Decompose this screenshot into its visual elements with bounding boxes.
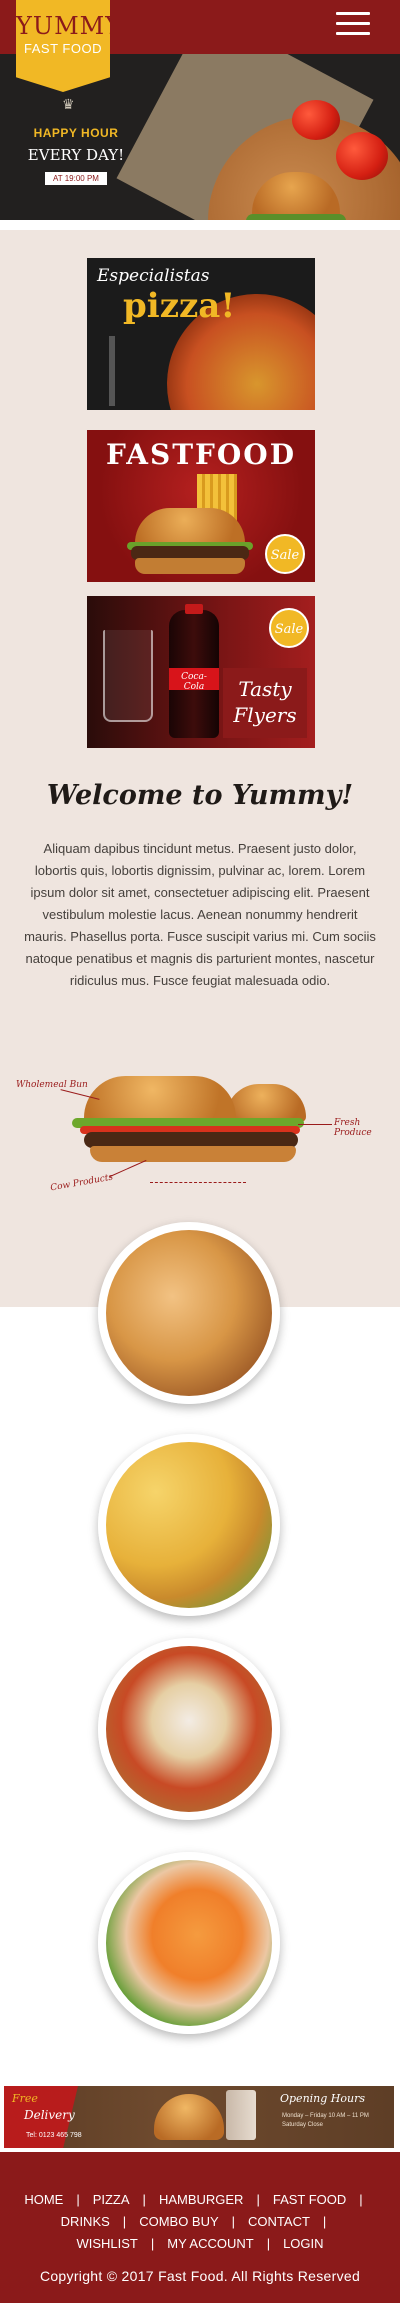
footer-link-my-account[interactable]: MY ACCOUNT xyxy=(167,2236,253,2251)
footer-link-fast-food[interactable]: FAST FOOD xyxy=(273,2192,346,2207)
hours-line-2: Saturday Close xyxy=(282,2122,324,2128)
promo-tasty-flyers[interactable]: Coca-Cola Sale Tasty Flyers xyxy=(87,596,315,748)
tomato-image xyxy=(336,132,388,180)
hours-line-1: Monday – Friday 10 AM – 11 PM xyxy=(282,2113,369,2119)
footer-link-login[interactable]: LOGIN xyxy=(283,2236,323,2251)
diagram-label-cow: Cow Products xyxy=(49,1172,114,1194)
cola-logo: Coca-Cola xyxy=(181,672,207,692)
happy-hour-title: HAPPY HOUR xyxy=(33,126,119,140)
copyright: Copyright © 2017 Fast Food. All Rights R… xyxy=(39,2268,361,2284)
promo-fast-food-title: FASTFOOD xyxy=(106,438,296,471)
promo-pizza[interactable]: Especialistas pizza! xyxy=(87,258,315,410)
promo-pizza-script: Especialistas xyxy=(97,266,210,286)
crown-ornament-icon: ♛ xyxy=(62,96,75,112)
welcome-title: Welcome to Yummy! xyxy=(46,780,354,811)
diagram-bun-back xyxy=(226,1084,306,1122)
tomato-image xyxy=(292,100,340,140)
burger-bottom-bun xyxy=(135,558,245,574)
footer-link-home[interactable]: HOME xyxy=(24,2192,63,2207)
logo-title: YUMMY xyxy=(16,12,123,40)
happy-hour-time: AT 19:00 PM xyxy=(45,172,107,185)
diagram-pointer xyxy=(109,1159,147,1178)
nav-separator: | xyxy=(256,2192,260,2207)
cola-bottle-image: Coca-Cola xyxy=(169,604,219,738)
nav-separator: | xyxy=(76,2192,80,2207)
food-photo-salad[interactable] xyxy=(98,1852,280,2034)
happy-hour-badge: ♛ HAPPY HOUR EVERY DAY! AT 19:00 PM xyxy=(26,96,126,186)
promo-pizza-title: pizza! xyxy=(123,286,236,326)
nav-separator: | xyxy=(122,2214,127,2229)
diagram-bun-top xyxy=(84,1076,236,1122)
nav-separator: | xyxy=(231,2214,236,2229)
sale-badge: Sale xyxy=(269,608,309,648)
logo[interactable]: YUMMY FAST FOOD xyxy=(16,0,110,92)
burger-diagram: Wholemeal Bun Fresh Produce Cow Products xyxy=(0,1064,400,1214)
diagram-label-produce: Fresh Produce xyxy=(334,1118,372,1138)
phone-number: Tel: 0123 465 798 xyxy=(26,2132,82,2139)
hamburger-menu-icon[interactable] xyxy=(336,12,370,38)
footer-link-combo-buy[interactable]: COMBO BUY xyxy=(139,2214,218,2229)
tasty-flyers-line1: Tasty xyxy=(238,677,292,701)
delivery-banner[interactable]: Free Delivery Tel: 0123 465 798 Opening … xyxy=(4,2086,394,2148)
footer-link-drinks[interactable]: DRINKS xyxy=(61,2214,110,2229)
food-photo-pastry[interactable] xyxy=(98,1222,280,1404)
nav-separator: | xyxy=(150,2236,155,2251)
footer-nav-row: HOME | PIZZA | HAMBURGER | FAST FOOD | xyxy=(0,2192,400,2207)
food-photo-hotdog[interactable] xyxy=(98,1638,280,1820)
every-day-text: EVERY DAY! xyxy=(27,146,125,164)
nav-separator: | xyxy=(266,2236,271,2251)
nav-separator: | xyxy=(142,2192,146,2207)
burger-lettuce xyxy=(246,214,346,220)
opening-hours-title: Opening Hours xyxy=(280,2092,365,2105)
diagram-label-bun: Wholemeal Bun xyxy=(16,1080,88,1090)
footer-link-pizza[interactable]: PIZZA xyxy=(93,2192,130,2207)
logo-subtitle: FAST FOOD xyxy=(24,41,102,56)
opening-hours-text: Monday – Friday 10 AM – 11 PM Saturday C… xyxy=(282,2112,369,2130)
footer-link-wishlist[interactable]: WISHLIST xyxy=(76,2236,137,2251)
delivery-label: Delivery xyxy=(24,2108,75,2122)
burger-image xyxy=(154,2094,224,2140)
promo-fast-food[interactable]: FASTFOOD Sale xyxy=(87,430,315,582)
footer-nav-row: DRINKS | COMBO BUY | CONTACT | xyxy=(0,2214,400,2229)
free-label: Free xyxy=(12,2092,38,2105)
footer-link-hamburger[interactable]: HAMBURGER xyxy=(159,2192,244,2207)
nav-separator: | xyxy=(359,2192,363,2207)
food-photo-fries[interactable] xyxy=(98,1434,280,1616)
footer-nav-row: WISHLIST | MY ACCOUNT | LOGIN xyxy=(0,2236,400,2251)
diagram-bun-bottom xyxy=(90,1146,296,1162)
tasty-flyers-line2: Flyers xyxy=(233,703,297,727)
nav-separator: | xyxy=(322,2214,327,2229)
drink-cup-image xyxy=(226,2090,256,2140)
sale-badge: Sale xyxy=(265,534,305,574)
diagram-pointer xyxy=(298,1124,332,1125)
welcome-text: Aliquam dapibus tincidunt metus. Praesen… xyxy=(24,841,376,988)
footer-link-contact[interactable]: CONTACT xyxy=(248,2214,310,2229)
fork-image xyxy=(109,336,115,406)
glass-image xyxy=(103,630,153,722)
diagram-dashed-line xyxy=(150,1182,246,1183)
tasty-flyers-label: Tasty Flyers xyxy=(223,668,307,738)
